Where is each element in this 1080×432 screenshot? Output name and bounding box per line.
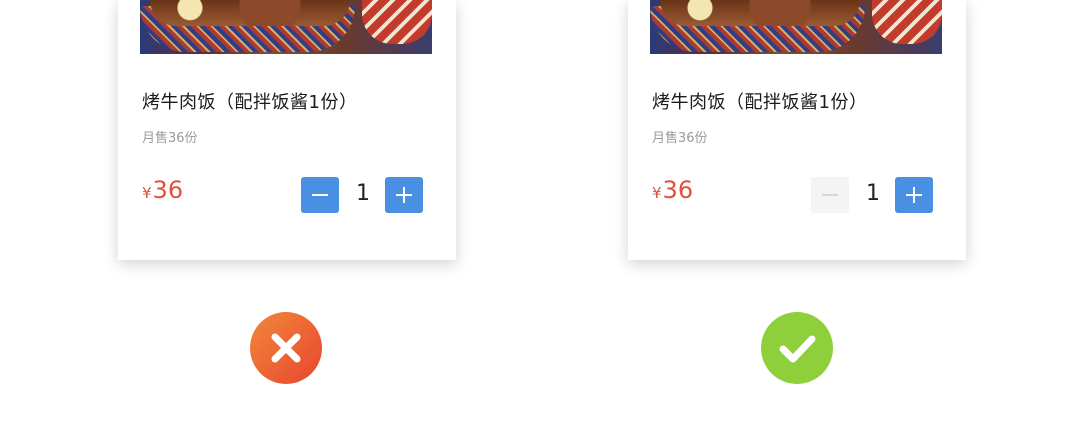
dish-name: 烤牛肉饭（配拌饭酱1份） (652, 92, 868, 113)
dish-card-right-example: 烤牛肉饭（配拌饭酱1份） 月售36份 ¥36 1 (628, 0, 966, 260)
quantity-value: 1 (356, 181, 370, 206)
increase-quantity-button[interactable] (895, 177, 933, 213)
check-icon-glyph (779, 335, 816, 363)
price-amount: 36 (152, 176, 184, 204)
comparison-stage: 烤牛肉饭（配拌饭酱1份） 月售36份 ¥36 1 烤牛肉饭（配拌饭酱1份） 月售… (0, 0, 1080, 432)
decrease-quantity-button-disabled[interactable] (811, 177, 849, 213)
monthly-sales: 月售36份 (652, 131, 708, 146)
monthly-sales: 月售36份 (142, 131, 198, 146)
beef-image-part (660, 0, 860, 26)
dish-photo (140, 0, 432, 54)
check-icon (761, 312, 833, 384)
plus-icon-v (403, 187, 405, 203)
decrease-quantity-button[interactable] (301, 177, 339, 213)
plus-icon-v (913, 187, 915, 203)
price: ¥36 (652, 176, 693, 204)
beef-image-part (150, 0, 350, 26)
quantity-value: 1 (866, 181, 880, 206)
currency-symbol: ¥ (142, 184, 152, 202)
cross-icon-glyph (271, 333, 301, 363)
side-cup-image-part (362, 0, 432, 44)
side-cup-image-part (872, 0, 942, 44)
increase-quantity-button[interactable] (385, 177, 423, 213)
dish-photo (650, 0, 942, 54)
dish-name: 烤牛肉饭（配拌饭酱1份） (142, 92, 358, 113)
minus-icon (822, 194, 838, 196)
cross-icon (250, 312, 322, 384)
minus-icon (312, 194, 328, 196)
price-amount: 36 (662, 176, 694, 204)
currency-symbol: ¥ (652, 184, 662, 202)
price: ¥36 (142, 176, 183, 204)
dish-card-wrong-example: 烤牛肉饭（配拌饭酱1份） 月售36份 ¥36 1 (118, 0, 456, 260)
